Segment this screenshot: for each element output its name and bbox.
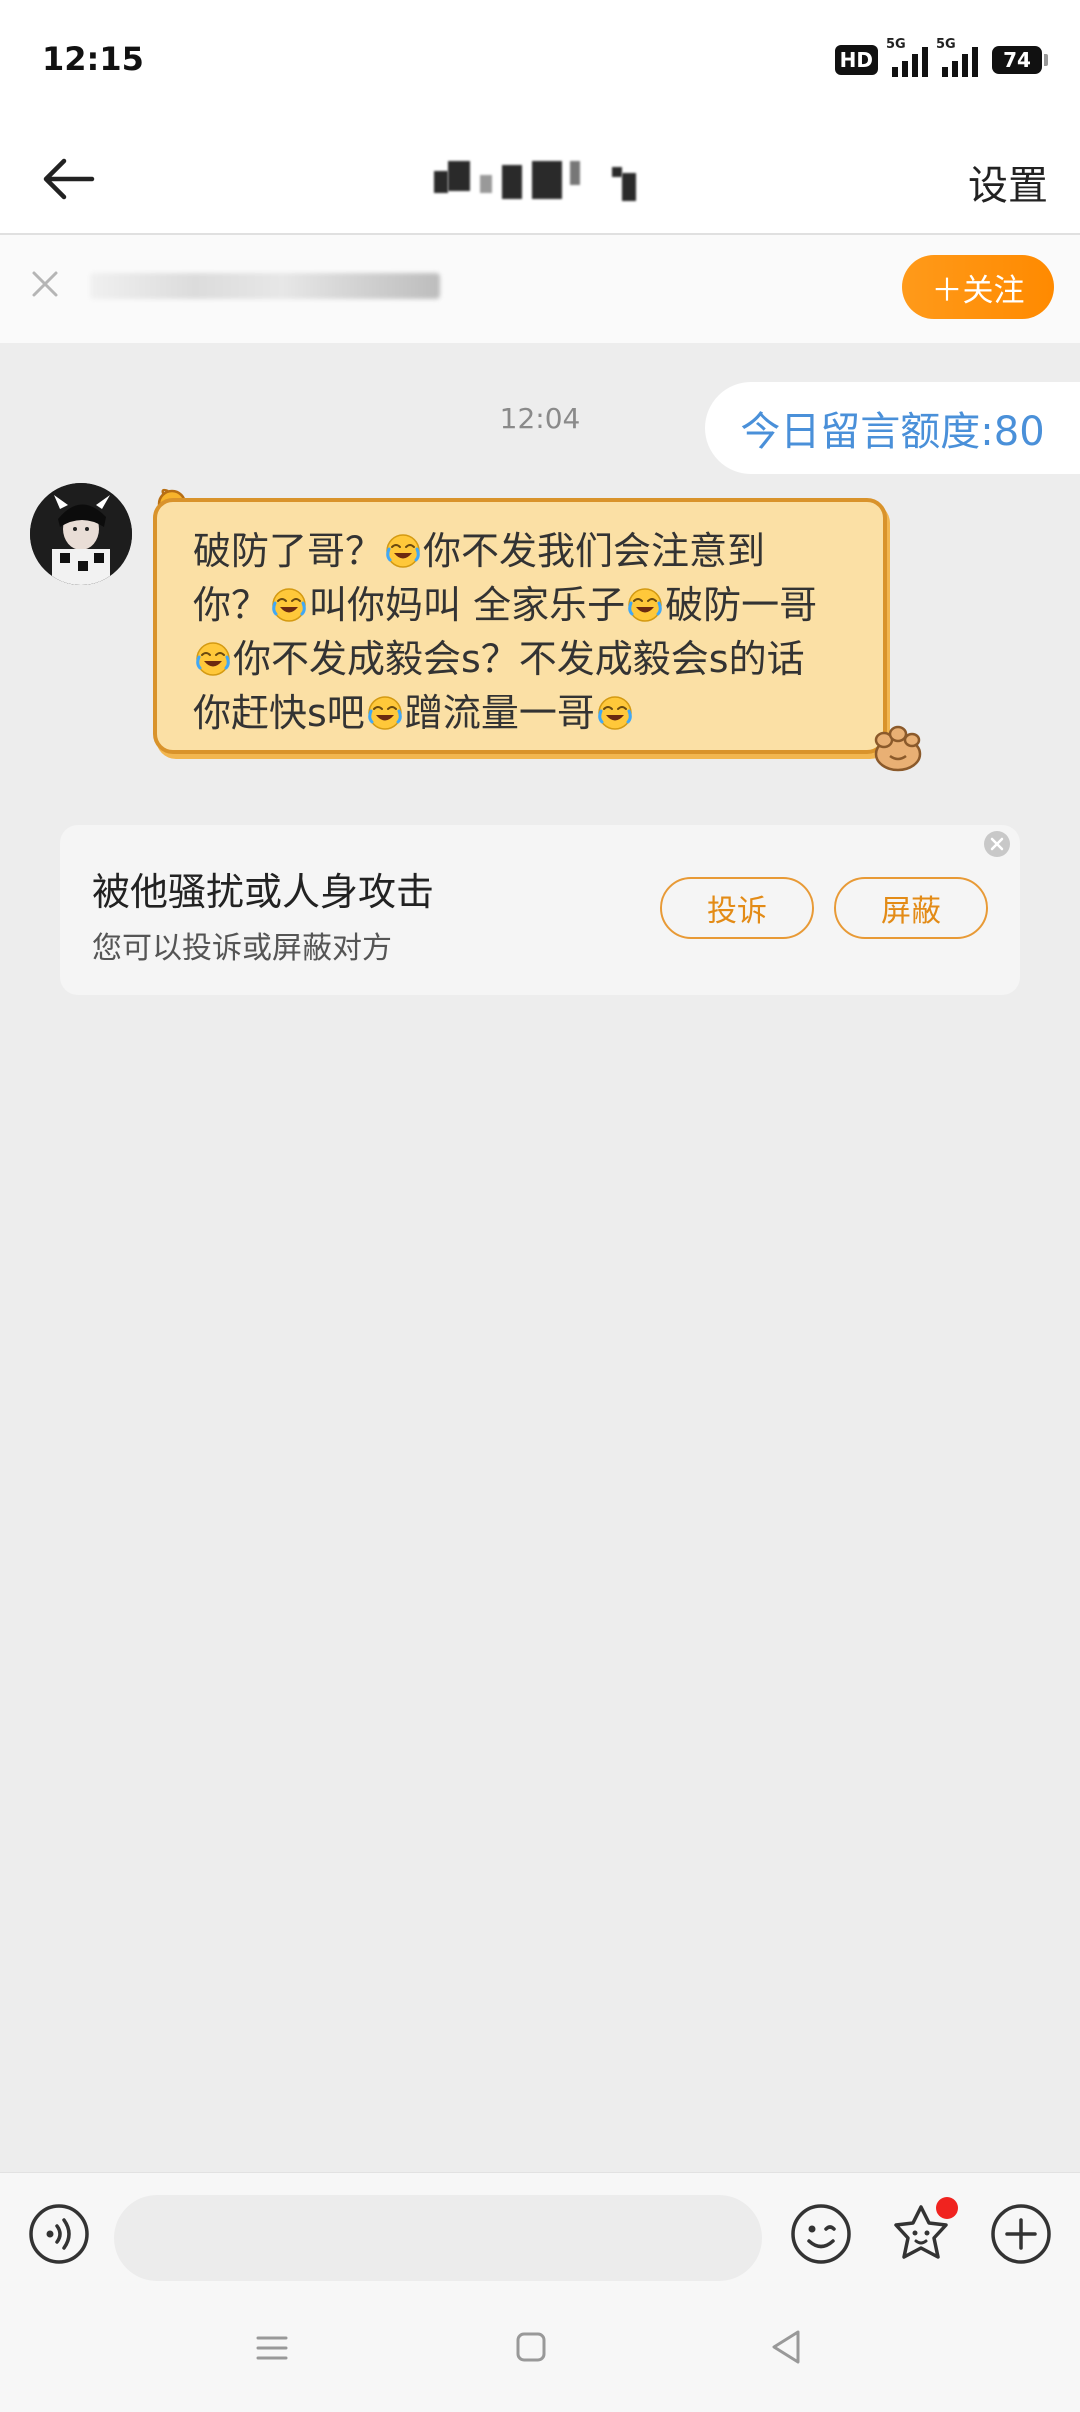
follow-hint-redacted — [90, 273, 440, 299]
message-bubble[interactable]: 破防了哥？ 你不发我们会注意到你？ 叫你妈叫 全家乐子 破防一哥你不发成毅会s？不发成… — [153, 498, 887, 754]
message-segment: 你不发我们会注意到 — [423, 529, 766, 573]
close-circle-icon[interactable] — [982, 829, 1012, 859]
title-bar: 设置 — [0, 125, 1080, 235]
message-segment: 蹭流量一哥 — [404, 691, 595, 735]
block-button[interactable]: 屏蔽 — [834, 877, 988, 939]
recent-apps-icon[interactable] — [254, 2330, 290, 2366]
rofl-emoji — [598, 696, 632, 730]
notification-dot — [936, 2197, 958, 2219]
message-input[interactable] — [114, 2195, 762, 2281]
cat-paw-sticker-icon — [874, 725, 922, 772]
daily-quota-badge: 今日留言额度:80 — [705, 382, 1080, 474]
rofl-emoji — [272, 588, 306, 622]
harassment-report-card: 被他骚扰或人身攻击 您可以投诉或屏蔽对方 投诉 屏蔽 — [60, 825, 1020, 995]
close-icon[interactable] — [28, 267, 62, 301]
back-arrow-icon[interactable] — [38, 149, 98, 209]
message-segment: 破防一哥 — [665, 583, 818, 627]
hd-voice-icon: HD — [834, 45, 878, 75]
card-subtitle: 您可以投诉或屏蔽对方 — [92, 931, 392, 966]
report-button[interactable]: 投诉 — [660, 877, 814, 939]
home-icon[interactable] — [514, 2330, 548, 2364]
status-bar: 12:15 HD 5G 5G 74 — [0, 0, 1080, 125]
input-bar — [0, 2172, 1080, 2291]
avatar-image — [30, 483, 132, 585]
message-line: 破防了哥？ 你不发我们会注意到 — [193, 524, 859, 578]
message-segment: 叫你妈叫 全家乐子 — [309, 583, 626, 627]
message-segment: 你赶快s吧 — [193, 691, 365, 735]
nav-back-icon[interactable] — [768, 2328, 804, 2366]
rofl-emoji — [196, 642, 230, 676]
rofl-emoji — [386, 534, 420, 568]
system-nav-bar — [0, 2290, 1080, 2412]
message-text: 破防了哥？ 你不发我们会注意到你？ 叫你妈叫 全家乐子 破防一哥你不发成毅会s？不发成… — [193, 524, 859, 740]
clock: 12:15 — [42, 40, 144, 78]
signal-icon: 5G — [936, 37, 978, 77]
message-segment: 你？ — [193, 583, 270, 627]
add-more-icon[interactable] — [990, 2203, 1052, 2265]
message-segment: 破防了哥？ — [193, 529, 384, 573]
message-line: 你赶快s吧 蹭流量一哥 — [193, 686, 859, 740]
avatar[interactable] — [30, 483, 132, 585]
rofl-emoji — [368, 696, 402, 730]
contact-name-redacted — [430, 157, 650, 201]
emoji-face-icon[interactable] — [790, 2203, 852, 2265]
card-title: 被他骚扰或人身攻击 — [92, 870, 435, 914]
status-icons: HD 5G 5G 74 — [834, 37, 1048, 80]
follow-bar: ＋关注 — [0, 235, 1080, 343]
follow-button[interactable]: ＋关注 — [902, 255, 1054, 319]
voice-input-icon[interactable] — [28, 2203, 90, 2265]
battery-icon: 74 — [992, 46, 1048, 74]
message-segment: 你不发成毅会s？不发成毅会s的话 — [233, 637, 805, 681]
settings-button[interactable]: 设置 — [968, 153, 1048, 211]
message-line: 你不发成毅会s？不发成毅会s的话 — [193, 632, 859, 686]
rofl-emoji — [628, 588, 662, 622]
message-line: 你？ 叫你妈叫 全家乐子 破防一哥 — [193, 578, 859, 632]
signal-icon: 5G — [886, 37, 928, 77]
